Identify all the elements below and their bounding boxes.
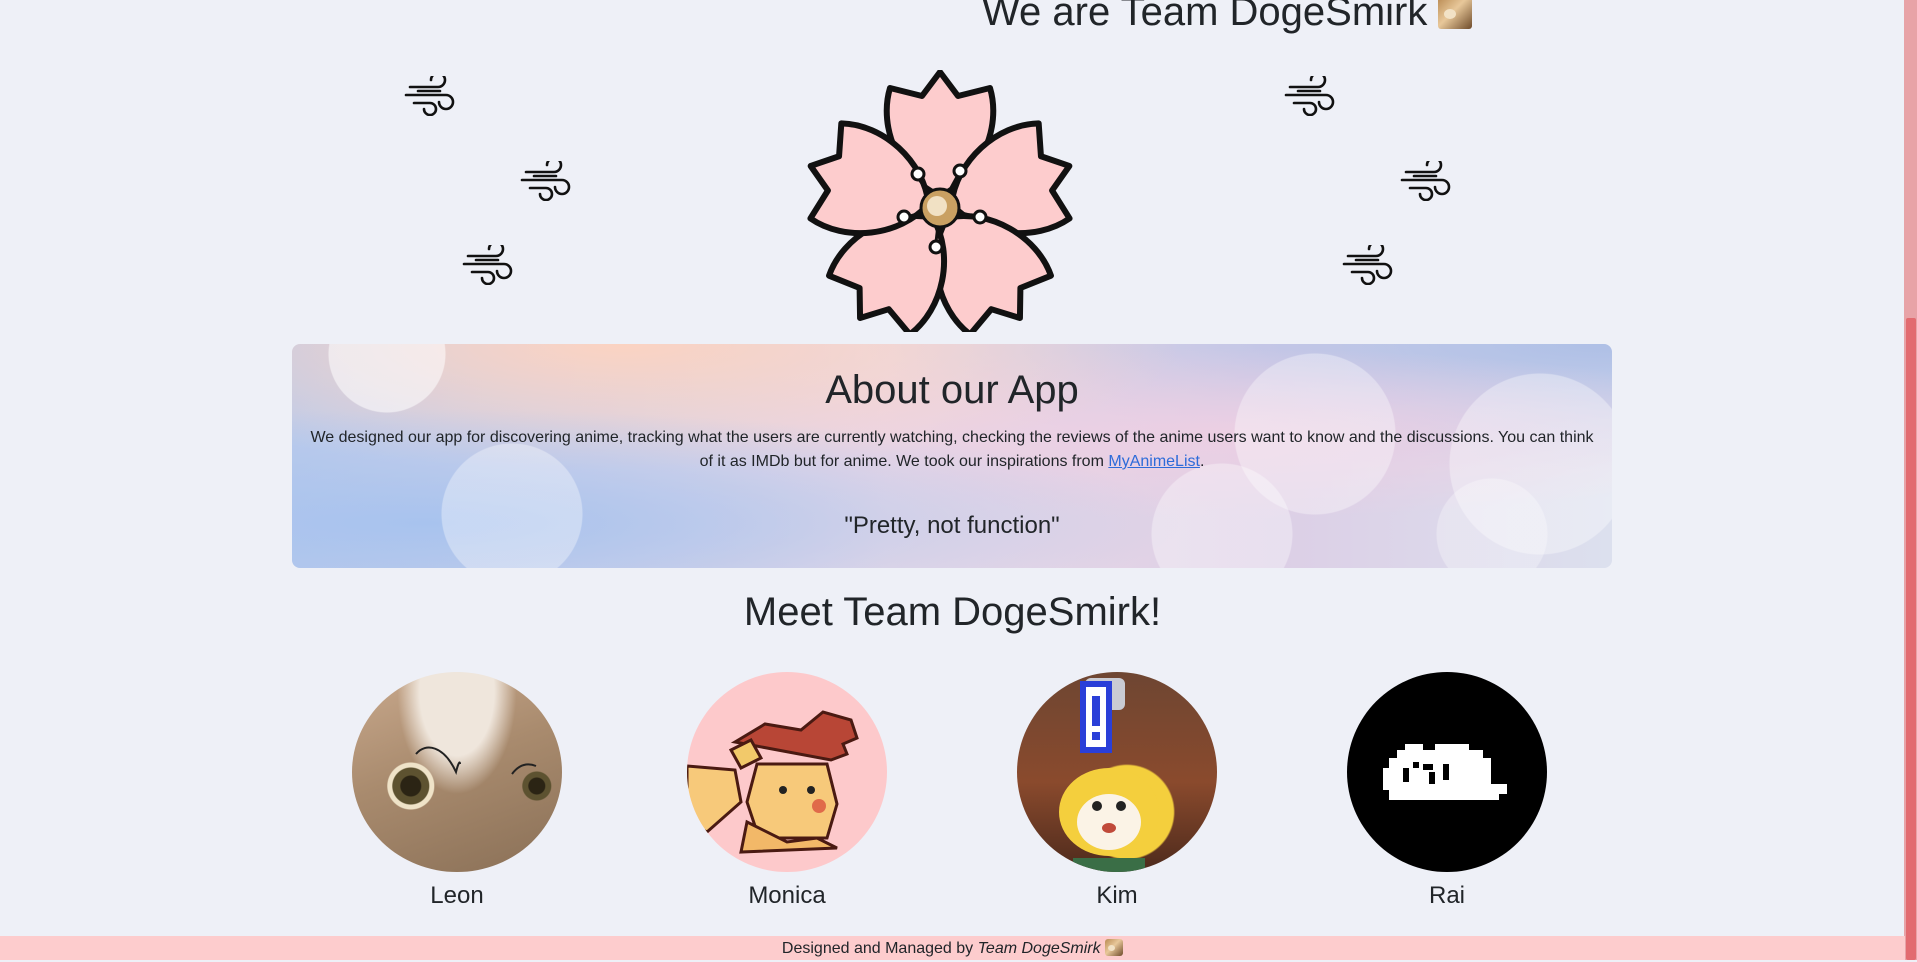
kim-avatar bbox=[1017, 672, 1217, 872]
page-footer: Designed and Managed by Team DogeSmirk bbox=[0, 936, 1905, 960]
doge-emoji-icon bbox=[1438, 0, 1473, 29]
rai-avatar bbox=[1347, 672, 1547, 872]
about-title: About our App bbox=[825, 368, 1079, 412]
member-name: Rai bbox=[1428, 882, 1465, 909]
eyebrow-doodle-icon bbox=[415, 746, 537, 775]
leon-avatar bbox=[352, 672, 562, 872]
member-name: Leon bbox=[430, 882, 484, 909]
doge-emoji-icon bbox=[1105, 939, 1124, 956]
member-name: Kim bbox=[1096, 882, 1138, 909]
about-text-end: . bbox=[1199, 453, 1205, 470]
hero-title: We are Team DogeSmirk bbox=[982, 0, 1473, 36]
wind-icon bbox=[1284, 76, 1335, 116]
wind-icon bbox=[1342, 245, 1393, 285]
wind-icon bbox=[404, 76, 455, 116]
member-name: Monica bbox=[748, 882, 826, 909]
about-description: We designed our app for discovering anim… bbox=[310, 426, 1594, 474]
scrollbar-thumb[interactable] bbox=[1906, 318, 1916, 960]
about-text: We designed our app for discovering anim… bbox=[310, 429, 1594, 470]
team-member-leon: Leon bbox=[352, 672, 562, 910]
about-section: About our App We designed our app for di… bbox=[292, 344, 1612, 568]
wind-icon bbox=[462, 245, 513, 285]
team-member-kim: Kim bbox=[1012, 672, 1222, 910]
footer-prefix: Designed and Managed by bbox=[781, 940, 978, 957]
monica-avatar bbox=[687, 672, 887, 872]
isabelle-icon bbox=[1059, 678, 1159, 872]
annoying-dog-pixel-icon bbox=[1383, 744, 1507, 800]
myanimelist-link[interactable]: MyAnimeList bbox=[1108, 453, 1200, 470]
team-member-rai: Rai bbox=[1342, 672, 1552, 910]
sakura-flower-icon bbox=[800, 70, 1080, 332]
hero-title-text: We are Team DogeSmirk bbox=[982, 0, 1428, 34]
footer-team-name: Team DogeSmirk bbox=[977, 940, 1101, 957]
team-member-monica: Monica bbox=[682, 672, 892, 910]
about-quote: "Pretty, not function" bbox=[844, 512, 1060, 539]
pikachu-pixel-icon bbox=[687, 710, 859, 854]
wind-icon bbox=[1400, 161, 1451, 201]
team-title: Meet Team DogeSmirk! bbox=[743, 590, 1162, 634]
page-scrollbar[interactable] bbox=[1904, 0, 1917, 960]
wind-icon bbox=[520, 161, 571, 201]
